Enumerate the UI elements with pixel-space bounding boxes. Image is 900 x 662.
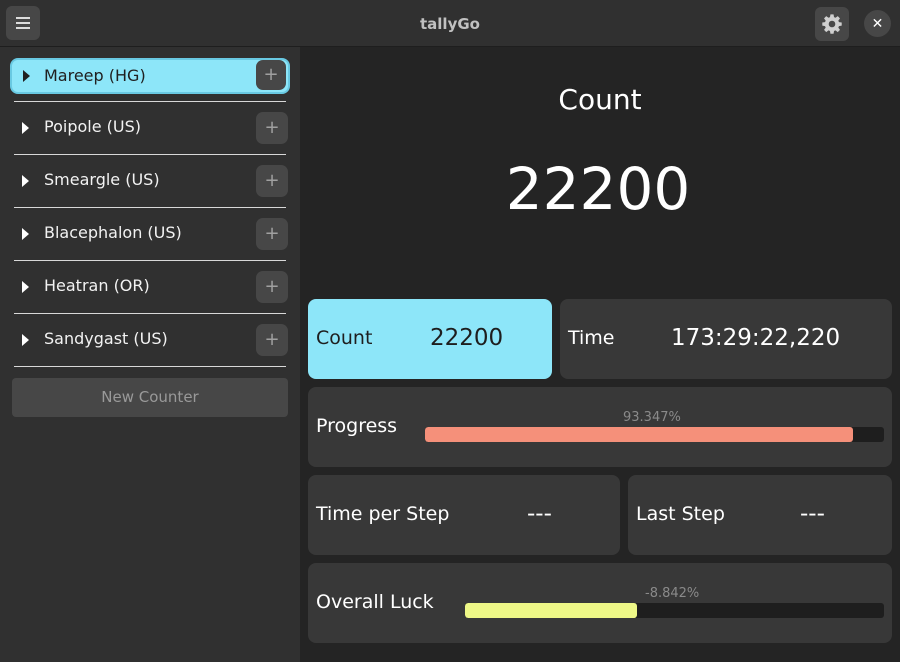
expand-arrow-icon[interactable]	[22, 175, 29, 187]
overall-luck-card[interactable]: Overall Luck -8.842%	[308, 563, 892, 643]
time-card-value: 173:29:22,220	[671, 325, 841, 351]
expand-arrow-icon[interactable]	[23, 70, 30, 82]
sidebar-item-smeargle[interactable]: Smeargle (US) +	[12, 163, 288, 199]
increment-button[interactable]: +	[256, 271, 288, 303]
close-button[interactable]: ✕	[864, 10, 891, 37]
expand-arrow-icon[interactable]	[22, 334, 29, 346]
increment-button[interactable]: +	[256, 112, 288, 144]
new-counter-button[interactable]: New Counter	[12, 378, 288, 417]
counter-name: Sandygast (US)	[44, 329, 168, 348]
progress-bar-fill	[425, 427, 854, 442]
gear-icon	[822, 14, 842, 34]
expand-arrow-icon[interactable]	[22, 122, 29, 134]
time-per-step-value: ---	[527, 501, 552, 527]
sidebar: Mareep (HG) + Poipole (US) + Smeargle (U…	[0, 47, 300, 662]
progress-card[interactable]: Progress 93.347%	[308, 387, 892, 467]
increment-button[interactable]: +	[256, 324, 288, 356]
expand-arrow-icon[interactable]	[22, 228, 29, 240]
time-card-label: Time	[568, 327, 615, 349]
increment-button[interactable]: +	[256, 60, 286, 90]
increment-button[interactable]: +	[256, 218, 288, 250]
progress-bar	[425, 427, 884, 442]
sidebar-item-blacephalon[interactable]: Blacephalon (US) +	[12, 216, 288, 252]
divider	[14, 260, 286, 261]
time-per-step-label: Time per Step	[316, 503, 450, 525]
main-pane: Count 22200 Count 22200 Time 173:29:22,2…	[300, 47, 900, 662]
app-window: tallyGo ✕ Mareep (HG) + Poipole (US) + S…	[0, 0, 900, 662]
time-per-step-card[interactable]: Time per Step ---	[308, 475, 620, 555]
count-card-value: 22200	[430, 325, 504, 351]
last-step-card[interactable]: Last Step ---	[628, 475, 892, 555]
counter-name: Poipole (US)	[44, 117, 141, 136]
sidebar-item-mareep[interactable]: Mareep (HG) +	[10, 58, 290, 94]
divider	[14, 366, 286, 367]
sidebar-item-heatran[interactable]: Heatran (OR) +	[12, 269, 288, 305]
header-bar: tallyGo ✕	[0, 0, 900, 47]
count-card[interactable]: Count 22200	[308, 299, 552, 379]
divider	[14, 313, 286, 314]
main-count-value: 22200	[505, 155, 691, 223]
counter-name: Mareep (HG)	[44, 66, 146, 85]
divider	[14, 154, 286, 155]
progress-card-label: Progress	[316, 415, 398, 437]
overall-luck-label: Overall Luck	[316, 591, 434, 613]
count-card-label: Count	[316, 327, 373, 349]
expand-arrow-icon[interactable]	[22, 281, 29, 293]
overall-luck-bar	[465, 603, 884, 618]
divider	[14, 207, 286, 208]
progress-percent: 93.347%	[623, 410, 681, 425]
counter-name: Blacephalon (US)	[44, 223, 182, 242]
last-step-value: ---	[800, 501, 825, 527]
counter-name: Heatran (OR)	[44, 276, 150, 295]
increment-button[interactable]: +	[256, 165, 288, 197]
last-step-label: Last Step	[636, 503, 725, 525]
sidebar-item-poipole[interactable]: Poipole (US) +	[12, 110, 288, 146]
divider	[14, 101, 286, 102]
settings-button[interactable]	[815, 7, 849, 41]
close-icon: ✕	[871, 15, 884, 32]
overall-luck-percent: -8.842%	[645, 586, 700, 601]
main-title: Count	[558, 83, 642, 116]
overall-luck-bar-fill	[465, 603, 637, 618]
time-card[interactable]: Time 173:29:22,220	[560, 299, 892, 379]
window-title: tallyGo	[420, 15, 480, 33]
sidebar-item-sandygast[interactable]: Sandygast (US) +	[12, 322, 288, 358]
counter-name: Smeargle (US)	[44, 170, 160, 189]
